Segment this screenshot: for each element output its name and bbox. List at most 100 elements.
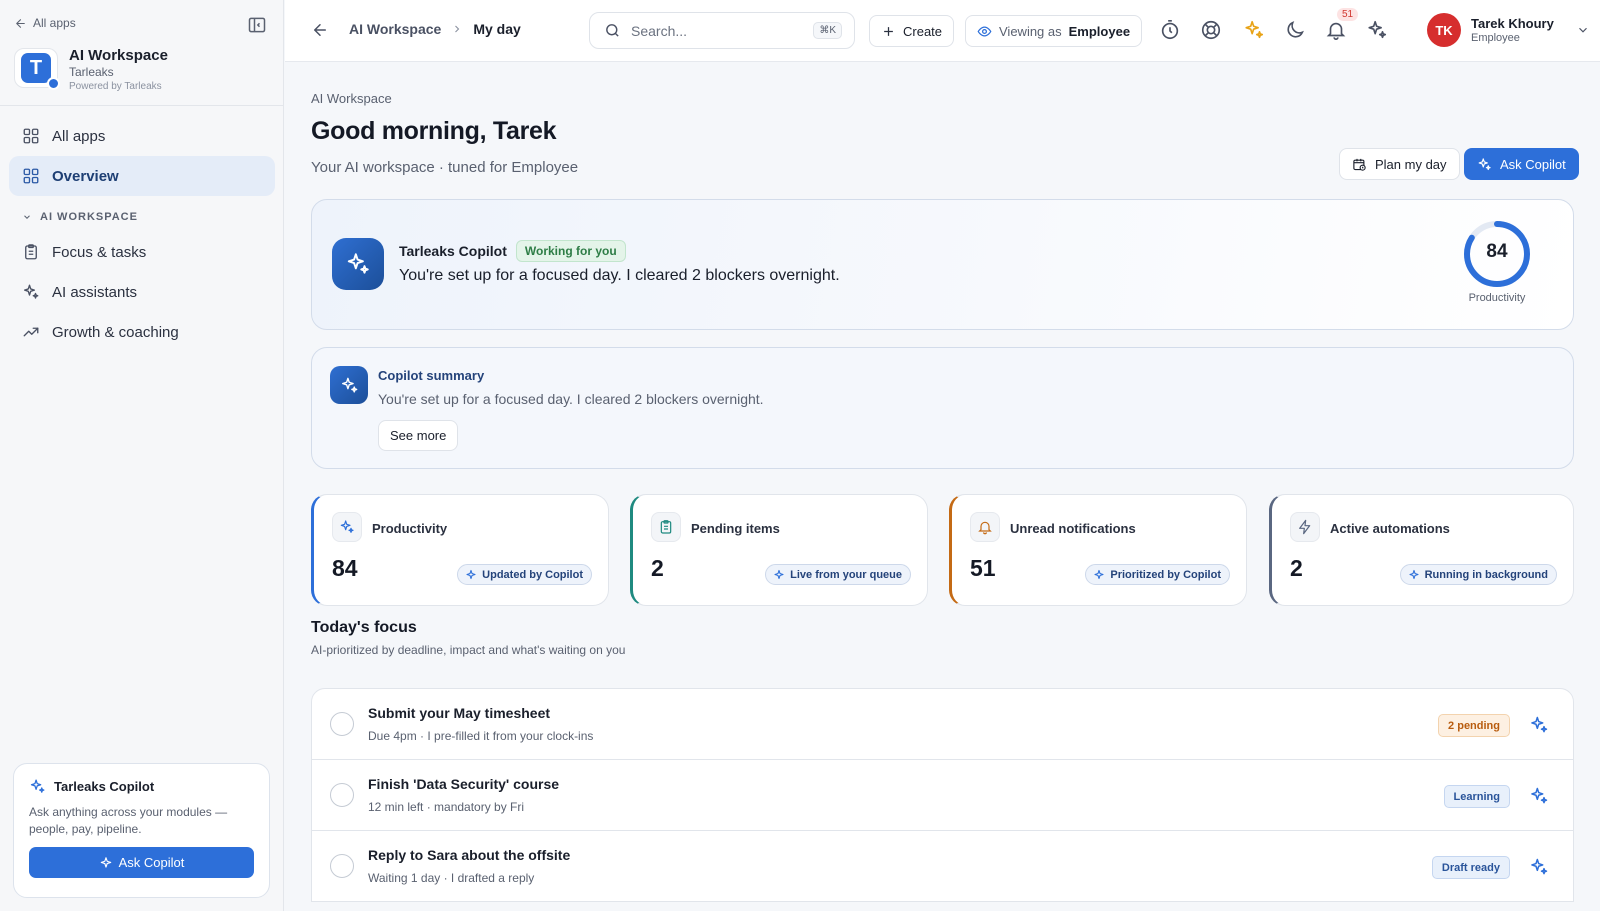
- sidebar-section-label: AI WORKSPACE: [40, 211, 138, 223]
- productivity-score-label: Productivity: [1468, 292, 1526, 304]
- search-box[interactable]: ⌘K: [589, 12, 855, 49]
- sparkle-icon: [466, 569, 476, 579]
- task-checkbox[interactable]: [330, 712, 354, 736]
- stat-icon: [332, 512, 362, 542]
- timer-icon[interactable]: [1159, 19, 1181, 41]
- task-title: Submit your May timesheet: [368, 705, 551, 721]
- search-input[interactable]: [631, 22, 801, 39]
- sparkles-icon: [347, 253, 369, 274]
- lightning-icon: [1299, 519, 1311, 535]
- sparkle-icon[interactable]: [1529, 857, 1549, 877]
- sidebar-section-ai-workspace[interactable]: AI WORKSPACE: [9, 202, 275, 232]
- stat-tag: Live from your queue: [765, 564, 911, 585]
- bell-icon[interactable]: [1325, 19, 1347, 41]
- search-icon: [606, 24, 619, 37]
- stat-value: 84: [332, 555, 358, 581]
- task-title: Reply to Sara about the offsite: [368, 847, 571, 863]
- see-more-button[interactable]: See more: [378, 420, 459, 451]
- stat-value: 51: [970, 555, 996, 581]
- copilot-avatar: [332, 238, 384, 290]
- stat-tag-label: Running in background: [1424, 568, 1548, 581]
- eye-icon: [977, 25, 992, 37]
- app-powered-by: Powered by Tarleaks: [69, 81, 162, 92]
- copilot-message: You're set up for a focused day. I clear…: [399, 267, 840, 284]
- all-apps-back-label: All apps: [33, 16, 76, 30]
- grid-icon: [23, 168, 39, 184]
- sidebar-item-ai-assistants[interactable]: AI assistants: [9, 272, 275, 312]
- help-lifebuoy-icon[interactable]: [1200, 19, 1222, 41]
- sidebar-item-growth-coaching[interactable]: Growth & coaching: [9, 312, 275, 352]
- task-row[interactable]: Finish 'Data Security' course 12 min lef…: [311, 759, 1574, 831]
- page-subtitle: Your AI workspace · tuned for Employee: [311, 159, 579, 176]
- plan-my-day-button[interactable]: Plan my day: [1339, 148, 1460, 180]
- breadcrumb: AI Workspace My day: [349, 21, 521, 37]
- summary-text: You're set up for a focused day. I clear…: [378, 391, 764, 407]
- app-org: Tarleaks: [69, 65, 114, 79]
- task-checkbox[interactable]: [330, 783, 354, 807]
- user-menu[interactable]: TK Tarek Khoury Employee: [1427, 13, 1590, 47]
- chevron-down-icon: [24, 215, 30, 219]
- sidebar-ask-copilot-label: Ask Copilot: [118, 855, 185, 870]
- sidebar-item-label: Growth & coaching: [52, 323, 179, 341]
- sidebar-collapse-icon[interactable]: [247, 15, 267, 35]
- sparkle-icon[interactable]: [1529, 715, 1549, 735]
- task-row[interactable]: Submit your May timesheet Due 4pm · I pr…: [311, 688, 1574, 760]
- breadcrumb-my-day: My day: [473, 21, 521, 37]
- sparkles-icon[interactable]: [1243, 19, 1265, 41]
- user-role: Employee: [1471, 32, 1520, 44]
- task-checkbox[interactable]: [330, 854, 354, 878]
- sidebar-item-overview[interactable]: Overview: [9, 156, 275, 196]
- chevron-right-icon: [455, 25, 460, 33]
- sidebar-item-focus-tasks[interactable]: Focus & tasks: [9, 232, 275, 272]
- task-row[interactable]: Reply to Sara about the offsite Waiting …: [311, 830, 1574, 902]
- stat-value: 2: [1290, 555, 1303, 581]
- back-arrow-icon[interactable]: [311, 21, 329, 39]
- task-tag: 2 pending: [1438, 714, 1510, 737]
- stat-label: Productivity: [372, 521, 448, 536]
- sparkle-icon: [1409, 569, 1419, 579]
- summary-title: Copilot summary: [378, 368, 485, 383]
- task-meta: Waiting 1 day · I drafted a reply: [368, 871, 535, 885]
- moon-icon[interactable]: [1284, 19, 1306, 41]
- focus-section-title: Today's focus: [311, 619, 417, 636]
- task-tag: Draft ready: [1431, 856, 1510, 879]
- stat-card-productivity[interactable]: Productivity 84 Updated by Copilot: [311, 494, 609, 606]
- ask-copilot-button[interactable]: Ask Copilot: [1464, 148, 1579, 180]
- stat-label: Unread notifications: [1010, 521, 1136, 536]
- sparkles-icon[interactable]: [1366, 19, 1388, 41]
- chevron-down-icon: [1578, 27, 1587, 33]
- sparkles-icon: [1478, 157, 1491, 170]
- all-apps-back-link[interactable]: All apps: [14, 16, 76, 30]
- task-meta: 12 min left · mandatory by Fri: [368, 800, 525, 814]
- task-title: Finish 'Data Security' course: [368, 776, 560, 792]
- stat-icon: [970, 512, 1000, 542]
- sidebar-item-label: All apps: [52, 127, 106, 145]
- stat-card-pending-items[interactable]: Pending items 2 Live from your queue: [630, 494, 928, 606]
- viewing-as-label: Viewing as: [999, 23, 1062, 39]
- task-tag: Learning: [1443, 785, 1510, 808]
- sidebar-ask-copilot-button[interactable]: Ask Copilot: [29, 847, 254, 878]
- stat-card-unread-notifications[interactable]: Unread notifications 51 Prioritized by C…: [949, 494, 1247, 606]
- sidebar-item-label: Focus & tasks: [52, 243, 147, 261]
- sidebar-item-label: Overview: [52, 167, 119, 185]
- sidebar-item-all-apps[interactable]: All apps: [9, 116, 275, 156]
- breadcrumb-ai-workspace[interactable]: AI Workspace: [349, 21, 441, 37]
- viewing-as-toggle[interactable]: Viewing as Employee: [965, 15, 1143, 47]
- create-button[interactable]: Create: [869, 15, 955, 47]
- stat-value: 2: [651, 555, 664, 581]
- clipboard-icon: [660, 520, 672, 534]
- sparkle-icon[interactable]: [1529, 786, 1549, 806]
- app-brand: T AI Workspace Tarleaks Powered by Tarle…: [14, 47, 168, 92]
- sidebar-copilot-card: Tarleaks Copilot Ask anything across you…: [13, 763, 270, 898]
- clipboard-list-icon: [25, 244, 37, 260]
- stat-tag: Updated by Copilot: [457, 564, 592, 585]
- stat-tag: Running in background: [1399, 564, 1557, 585]
- main-content: AI Workspace Good morning, Tarek Your AI…: [285, 62, 1600, 911]
- stat-label: Pending items: [691, 521, 780, 536]
- stat-icon: [1290, 512, 1320, 542]
- stat-card-active-automations[interactable]: Active automations 2 Running in backgrou…: [1269, 494, 1574, 606]
- sparkles-icon: [341, 377, 357, 393]
- plus-icon: [884, 26, 893, 36]
- grid-icon: [23, 128, 39, 144]
- stat-tag: Prioritized by Copilot: [1085, 564, 1230, 585]
